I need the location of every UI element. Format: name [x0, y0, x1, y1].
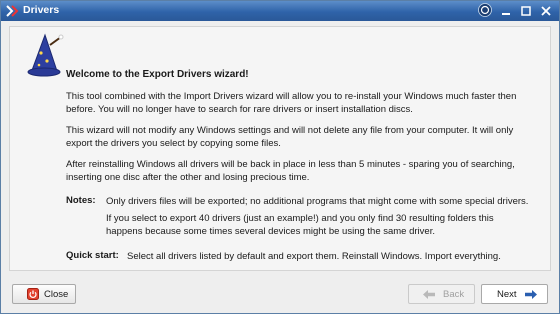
back-arrow-icon [423, 290, 435, 299]
next-button-label: Next [497, 289, 517, 300]
notes-label: Notes: [66, 195, 96, 206]
minimize-icon[interactable] [500, 5, 512, 17]
info-paragraph: This wizard will not modify any Windows … [66, 125, 514, 149]
title-bar[interactable]: Drivers [1, 1, 559, 21]
reinstall-paragraph: After reinstalling Windows all drivers w… [66, 159, 515, 183]
close-button[interactable]: Close [12, 284, 76, 304]
close-icon[interactable] [540, 5, 552, 17]
power-icon [27, 288, 39, 300]
next-arrow-icon [525, 290, 537, 299]
back-button-label: Back [443, 289, 465, 300]
notes-text-2: If you select to export 40 drivers (just… [106, 213, 494, 237]
button-bar: Close Back Next [1, 273, 559, 313]
maximize-icon[interactable] [520, 5, 532, 17]
quick-start-text: Select all drivers listed by default and… [127, 251, 501, 262]
back-button[interactable]: Back [408, 284, 475, 304]
intro-paragraph: This tool combined with the Import Drive… [66, 91, 517, 115]
welcome-heading: Welcome to the Export Drivers wizard! [66, 69, 249, 80]
wizard-hat-icon [27, 33, 64, 77]
quick-start-label: Quick start: [66, 250, 119, 261]
app-logo-icon [6, 5, 19, 17]
help-icon[interactable] [478, 3, 492, 17]
next-button[interactable]: Next [481, 284, 548, 304]
close-button-label: Close [44, 289, 69, 300]
notes-text-1: Only drivers files will be exported; no … [106, 196, 529, 207]
drivers-window: Drivers Welcome to the Export Drivers wi… [0, 0, 560, 314]
window-title: Drivers [23, 4, 60, 16]
